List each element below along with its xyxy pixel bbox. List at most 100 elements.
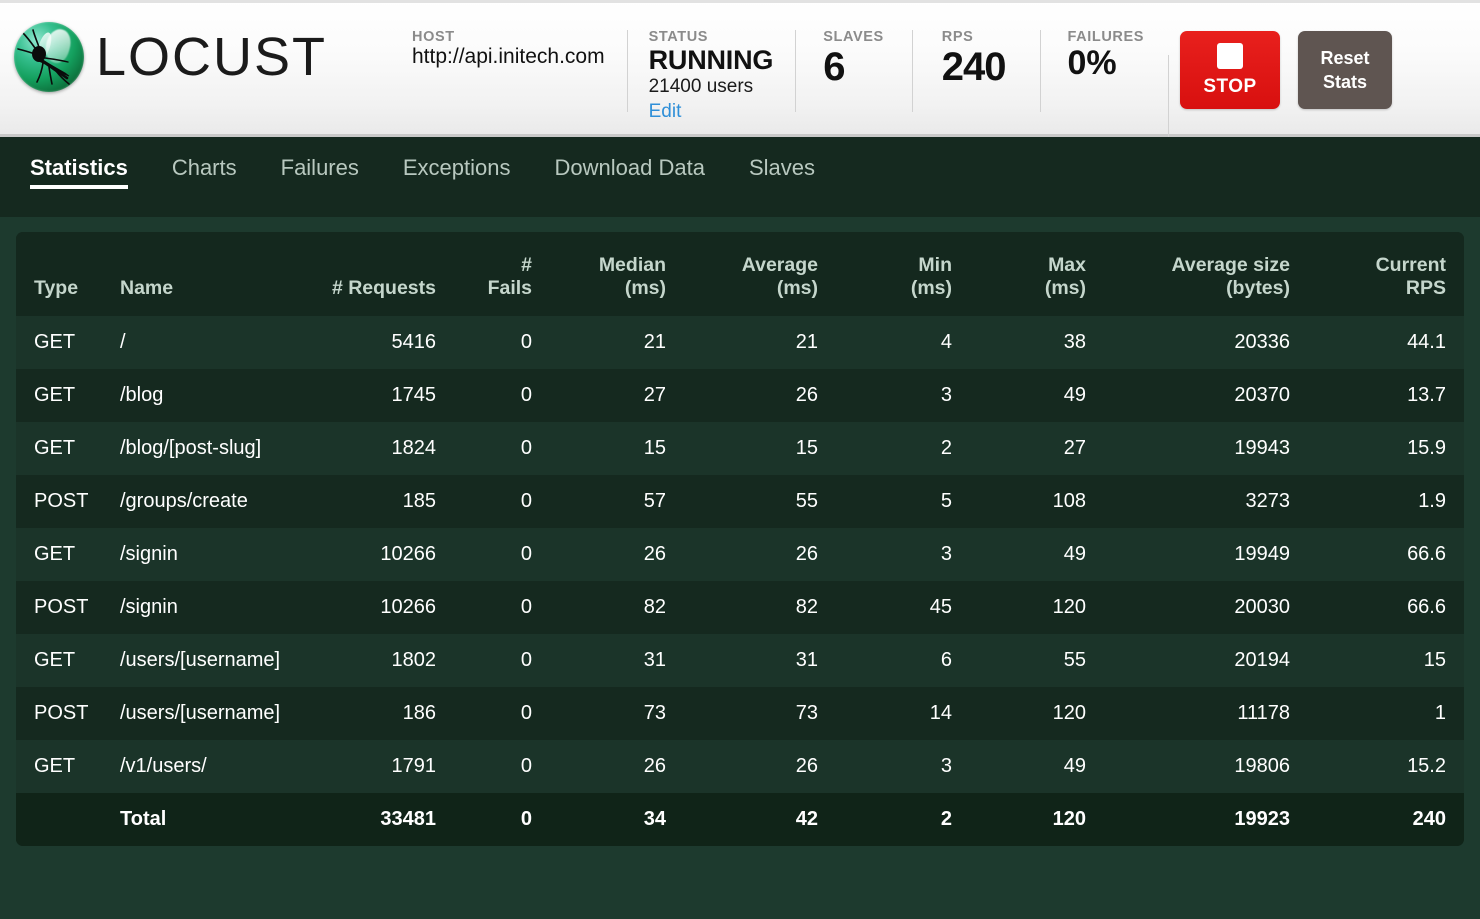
cell-min: 3 — [940, 543, 952, 565]
cell-median: 34 — [643, 808, 666, 830]
cell-median: 31 — [643, 649, 666, 671]
column-header-type[interactable]: Type — [16, 232, 102, 316]
table-total-row: Total 33481 0 34 42 2 120 19923 240 — [16, 793, 1464, 846]
column-header-name[interactable]: Name — [102, 232, 302, 316]
cell-current-rps: 15.9 — [1407, 437, 1446, 459]
cell-type: GET — [34, 649, 76, 671]
brand-wordmark: LOCUST — [96, 27, 328, 87]
stop-button[interactable]: STOP — [1180, 31, 1281, 109]
cell-average: 55 — [795, 490, 818, 512]
app-header: LOCUST HOST http://api.initech.com STATU… — [0, 0, 1480, 137]
cell-name: /groups/create — [120, 490, 248, 512]
cell-current-rps: 66.6 — [1407, 543, 1446, 565]
column-header-average-line1: Average — [741, 254, 818, 276]
cell-max: 55 — [1063, 649, 1086, 671]
rps-label: RPS — [941, 29, 974, 45]
cell-average: 21 — [795, 331, 818, 353]
status-stat: STATUS RUNNING 21400 users Edit — [626, 28, 796, 125]
cell-median: 57 — [643, 490, 666, 512]
cell-name: / — [120, 331, 126, 353]
reset-stats-button[interactable]: Reset Stats — [1298, 31, 1393, 109]
cell-requests: 185 — [402, 490, 436, 512]
cell-min: 45 — [929, 596, 952, 618]
cell-type: GET — [34, 543, 76, 565]
cell-requests: 1824 — [391, 437, 437, 459]
table-row[interactable]: GET /users/[username] 1802 0 31 31 6 55 … — [16, 634, 1464, 687]
cell-fails: 0 — [520, 331, 532, 353]
edit-link[interactable]: Edit — [649, 100, 682, 125]
status-label: STATUS — [648, 29, 709, 45]
column-header-median[interactable]: Median (ms) — [550, 232, 684, 316]
tab-charts[interactable]: Charts — [158, 155, 251, 197]
column-header-requests[interactable]: # Requests — [302, 232, 454, 316]
cell-requests: 1802 — [391, 649, 437, 671]
cell-fails: 0 — [520, 755, 532, 777]
tab-download-data[interactable]: Download Data — [541, 155, 719, 197]
cell-max: 108 — [1052, 490, 1086, 512]
cell-median: 26 — [643, 755, 666, 777]
cell-requests: 5416 — [391, 331, 437, 353]
cell-name: /v1/users/ — [120, 755, 207, 777]
tab-exceptions[interactable]: Exceptions — [389, 155, 525, 197]
cell-requests: 33481 — [380, 808, 436, 830]
cell-current-rps: 66.6 — [1407, 596, 1446, 618]
slaves-stat: SLAVES 6 — [795, 28, 912, 113]
table-row[interactable]: POST /users/[username] 186 0 73 73 14 12… — [16, 687, 1464, 740]
table-row[interactable]: GET /blog 1745 0 27 26 3 49 20370 13.7 — [16, 369, 1464, 422]
cell-current-rps: 1.9 — [1418, 490, 1446, 512]
rps-stat: RPS 240 — [911, 28, 1040, 113]
cell-type: POST — [34, 702, 89, 724]
cell-avg-size: 11178 — [1237, 702, 1290, 724]
cell-type: POST — [34, 596, 89, 618]
table-header: Type Name # Requests # Fails Median (ms)… — [16, 232, 1464, 316]
table-row[interactable]: POST /groups/create 185 0 57 55 5 108 32… — [16, 475, 1464, 528]
column-header-avg-size[interactable]: Average size (bytes) — [1104, 232, 1308, 316]
cell-average: 73 — [795, 702, 818, 724]
cell-min: 2 — [940, 808, 952, 830]
cell-avg-size: 3273 — [1245, 490, 1291, 512]
cell-name: /users/[username] — [120, 649, 281, 671]
cell-min: 2 — [940, 437, 952, 459]
table-body: GET / 5416 0 21 21 4 38 20336 44.1 GET /… — [16, 316, 1464, 846]
table-row[interactable]: GET / 5416 0 21 21 4 38 20336 44.1 — [16, 316, 1464, 369]
cell-max: 120 — [1052, 808, 1086, 830]
cell-requests: 186 — [402, 702, 436, 724]
cell-average: 26 — [795, 384, 818, 406]
cell-max: 27 — [1063, 437, 1086, 459]
cell-type — [16, 793, 102, 846]
table-row[interactable]: GET /signin 10266 0 26 26 3 49 19949 66.… — [16, 528, 1464, 581]
cell-min: 4 — [940, 331, 952, 353]
cell-average: 26 — [795, 755, 818, 777]
table-row[interactable]: POST /signin 10266 0 82 82 45 120 20030 … — [16, 581, 1464, 634]
column-header-fails[interactable]: # Fails — [454, 232, 550, 316]
column-header-min[interactable]: Min (ms) — [836, 232, 970, 316]
cell-fails: 0 — [520, 702, 532, 724]
cell-fails: 0 — [520, 596, 532, 618]
cell-type: POST — [34, 490, 89, 512]
cell-fails: 0 — [520, 437, 532, 459]
tab-failures[interactable]: Failures — [267, 155, 373, 197]
tab-slaves[interactable]: Slaves — [735, 155, 829, 197]
table-row[interactable]: GET /v1/users/ 1791 0 26 26 3 49 19806 1… — [16, 740, 1464, 793]
cell-max: 38 — [1063, 331, 1086, 353]
cell-current-rps: 240 — [1412, 808, 1446, 830]
cell-name: /blog/[post-slug] — [120, 437, 262, 459]
rps-value: 240 — [941, 45, 1007, 90]
cell-average: 26 — [795, 543, 818, 565]
stop-square-icon — [1217, 42, 1244, 69]
column-header-current-rps[interactable]: Current RPS — [1308, 232, 1464, 316]
cell-current-rps: 15 — [1423, 649, 1446, 671]
column-header-average[interactable]: Average (ms) — [684, 232, 836, 316]
cell-min: 3 — [940, 755, 952, 777]
slaves-label: SLAVES — [823, 29, 884, 45]
cell-name: /users/[username] — [120, 702, 281, 724]
column-header-max[interactable]: Max (ms) — [970, 232, 1104, 316]
cell-current-rps: 13.7 — [1407, 384, 1446, 406]
cell-type: GET — [34, 755, 76, 777]
cell-average: 15 — [795, 437, 818, 459]
cell-min: 3 — [940, 384, 952, 406]
tab-statistics[interactable]: Statistics — [16, 155, 142, 197]
table-row[interactable]: GET /blog/[post-slug] 1824 0 15 15 2 27 … — [16, 422, 1464, 475]
column-header-max-line2: (ms) — [1044, 277, 1086, 299]
nav-tab-list: Statistics Charts Failures Exceptions Do… — [16, 137, 845, 197]
